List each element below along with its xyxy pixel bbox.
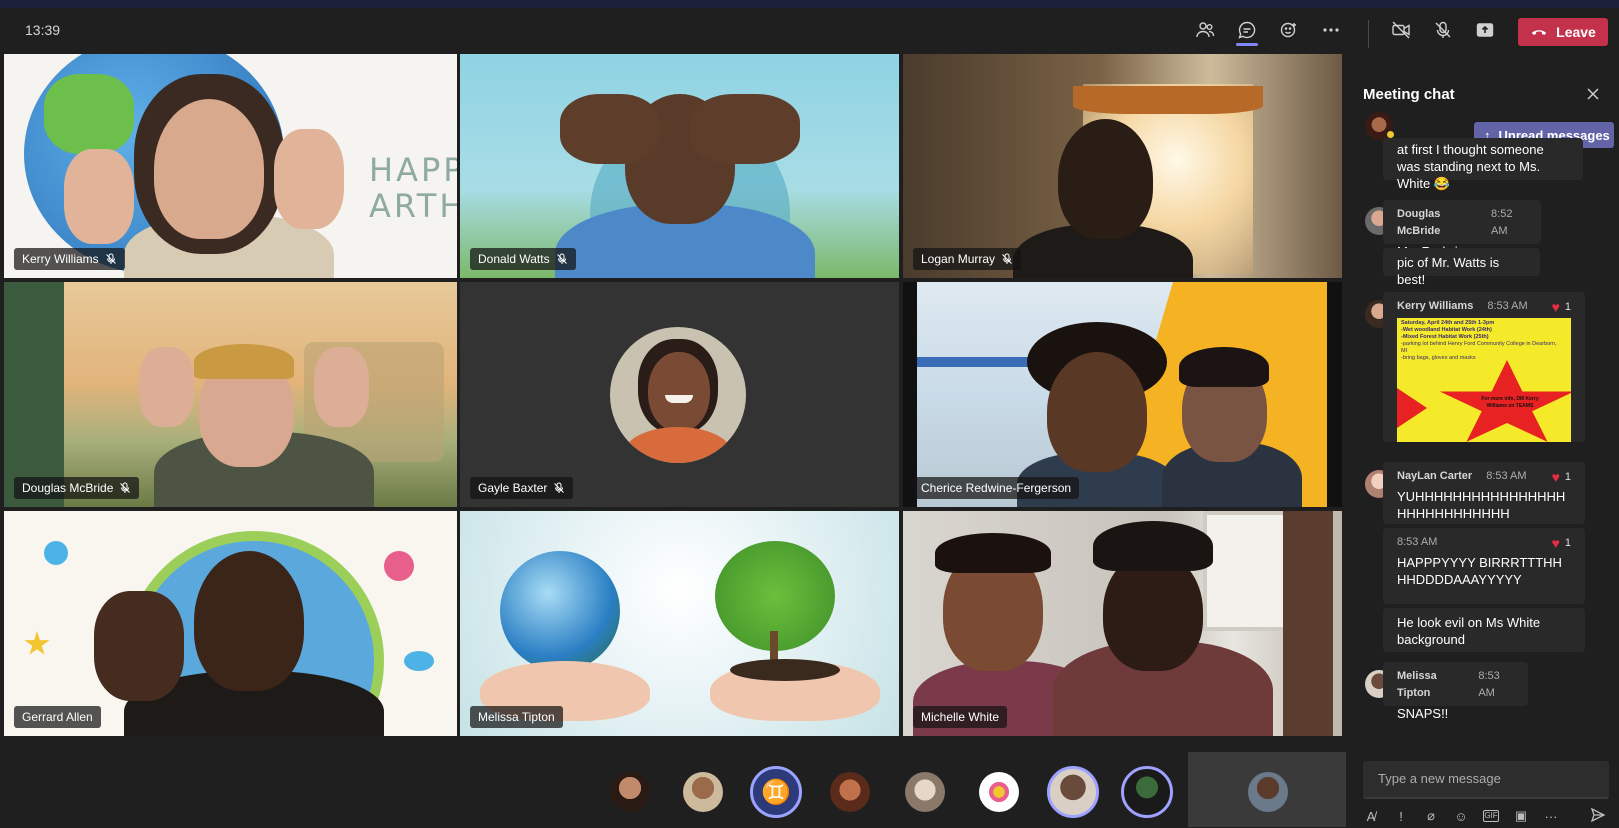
video-tile-gerrard-allen[interactable]: Gerrard Allen <box>4 511 457 736</box>
window-top-strip <box>0 0 1619 8</box>
participant-thumbnail[interactable]: ♊ <box>750 766 802 818</box>
participant-name-tag: Kerry Williams <box>14 248 125 270</box>
chat-title: Meeting chat <box>1363 86 1455 103</box>
chat-message: 8:53 AM ♥ 1 HAPPPYYYY BIRRRTTTHHHHDDDDAAA… <box>1383 528 1585 604</box>
video-grid: HAPP ARTH M Kerry Williams Donald Watts <box>0 52 1346 750</box>
participant-thumbnail[interactable] <box>683 772 723 812</box>
video-tile-donald-watts[interactable]: Donald Watts <box>460 54 899 278</box>
toolbar-divider <box>1368 20 1369 48</box>
video-tile-melissa-tipton[interactable]: Melissa Tipton <box>460 511 899 736</box>
gemini-symbol-icon: ♊ <box>761 778 791 806</box>
heart-icon: ♥ <box>1551 299 1560 315</box>
participant-thumbnail[interactable] <box>905 772 945 812</box>
chat-message: NayLan Carter 8:53 AM ♥ 1 YUHHHHHHHHHHHHHH… <box>1383 462 1585 524</box>
compose-toolbar: A̸ ! ⌀ ☺ GIF ▣ ··· <box>1363 805 1613 827</box>
mic-off-icon[interactable] <box>1426 12 1460 48</box>
important-icon[interactable]: ! <box>1393 809 1409 824</box>
reactions-icon[interactable] <box>1272 12 1306 48</box>
participant-thumbnail[interactable] <box>1047 766 1099 818</box>
chat-icon[interactable] <box>1230 12 1264 48</box>
heart-icon: ♥ <box>1551 535 1560 551</box>
avatar <box>610 327 746 463</box>
video-tile-kerry-williams[interactable]: HAPP ARTH M Kerry Williams <box>4 54 457 278</box>
leave-label: Leave <box>1556 24 1596 40</box>
mic-off-icon <box>556 253 567 264</box>
close-icon[interactable] <box>1581 82 1605 106</box>
format-icon[interactable]: A̸ <box>1363 809 1379 824</box>
chat-message: pic of Mr. Watts is best! <box>1383 248 1540 287</box>
emoji-icon[interactable]: ☺ <box>1453 809 1469 824</box>
chat-message: Melissa Tipton 8:53 AM SNAPS!! <box>1383 662 1528 721</box>
video-background <box>903 54 1342 278</box>
chat-message: at first I thought someone was standing … <box>1383 138 1583 191</box>
video-tile-logan-murray[interactable]: Logan Murray <box>903 54 1342 278</box>
participant-thumbnail[interactable] <box>610 772 650 812</box>
video-background <box>460 54 899 278</box>
video-background <box>917 282 1327 507</box>
participant-thumbnail[interactable] <box>830 772 870 812</box>
camera-off-icon[interactable] <box>1384 12 1418 48</box>
mic-off-icon <box>1002 253 1012 264</box>
video-tile-michelle-white[interactable]: Michelle White <box>903 511 1342 736</box>
participant-name-tag: Cherice Redwine-Fergerson <box>913 477 1080 499</box>
leave-button[interactable]: Leave <box>1518 18 1608 46</box>
video-background <box>4 511 457 736</box>
participant-name-tag: Melissa Tipton <box>470 706 563 728</box>
more-icon[interactable]: ··· <box>1543 809 1559 824</box>
meeting-chat-panel: Meeting chat ↑ Unread messages at first … <box>1346 52 1619 827</box>
chat-message: He look evil on Ms White background <box>1383 608 1585 652</box>
reaction-badge[interactable]: ♥ 1 <box>1552 535 1571 552</box>
mic-off-icon <box>120 482 131 493</box>
video-background <box>4 282 457 507</box>
meeting-toolbar: 13:39 Leave <box>0 8 1619 52</box>
video-background <box>903 511 1342 736</box>
mic-off-icon <box>105 253 116 264</box>
globe-graphic <box>500 551 620 671</box>
self-view-avatar <box>1248 772 1288 812</box>
video-tile-cherice-redwine-fergerson[interactable]: Cherice Redwine-Fergerson <box>903 282 1342 507</box>
participant-strip: ♊ <box>0 752 1346 827</box>
video-tile-douglas-mcbride[interactable]: Douglas McBride <box>4 282 457 507</box>
chat-message: Douglas McBride8:52 AM Ms. Redwines <box>1383 200 1541 259</box>
video-background: HAPP ARTH M <box>4 54 457 278</box>
participant-thumbnail[interactable] <box>1121 766 1173 818</box>
participant-thumbnail[interactable] <box>979 772 1019 812</box>
participants-icon[interactable] <box>1188 12 1222 48</box>
send-icon[interactable] <box>1590 807 1606 828</box>
gif-icon[interactable]: GIF <box>1483 810 1499 822</box>
reaction-badge[interactable]: ♥ 1 <box>1552 299 1571 316</box>
self-view[interactable] <box>1188 752 1346 827</box>
attach-icon[interactable]: ⌀ <box>1423 808 1439 824</box>
participant-name-tag: Douglas McBride <box>14 477 140 499</box>
background-text: HAPP ARTH M <box>369 151 457 225</box>
video-background <box>460 511 899 736</box>
event-flyer-image[interactable]: Saturday, April 24th and 25th 1-3pm -Wet… <box>1397 318 1571 442</box>
participant-name-tag: Logan Murray <box>913 248 1022 270</box>
share-icon[interactable] <box>1468 12 1502 48</box>
reaction-badge[interactable]: ♥ 1 <box>1552 469 1571 486</box>
video-tile-gayle-baxter[interactable]: Gayle Baxter <box>460 282 899 507</box>
heart-icon: ♥ <box>1551 469 1560 485</box>
participant-name-tag: Donald Watts <box>470 248 576 270</box>
message-input[interactable]: Type a new message <box>1363 761 1609 799</box>
participant-name-tag: Gayle Baxter <box>470 477 574 499</box>
participant-name-tag: Michelle White <box>913 706 1008 728</box>
sticker-icon[interactable]: ▣ <box>1513 808 1529 824</box>
chat-message: Kerry Williams 8:53 AM ♥ 1 Saturday, April… <box>1383 292 1585 442</box>
participant-name-tag: Gerrard Allen <box>14 706 101 728</box>
meeting-timer: 13:39 <box>25 22 61 38</box>
mic-off-icon <box>554 482 565 493</box>
more-icon[interactable] <box>1314 12 1348 48</box>
